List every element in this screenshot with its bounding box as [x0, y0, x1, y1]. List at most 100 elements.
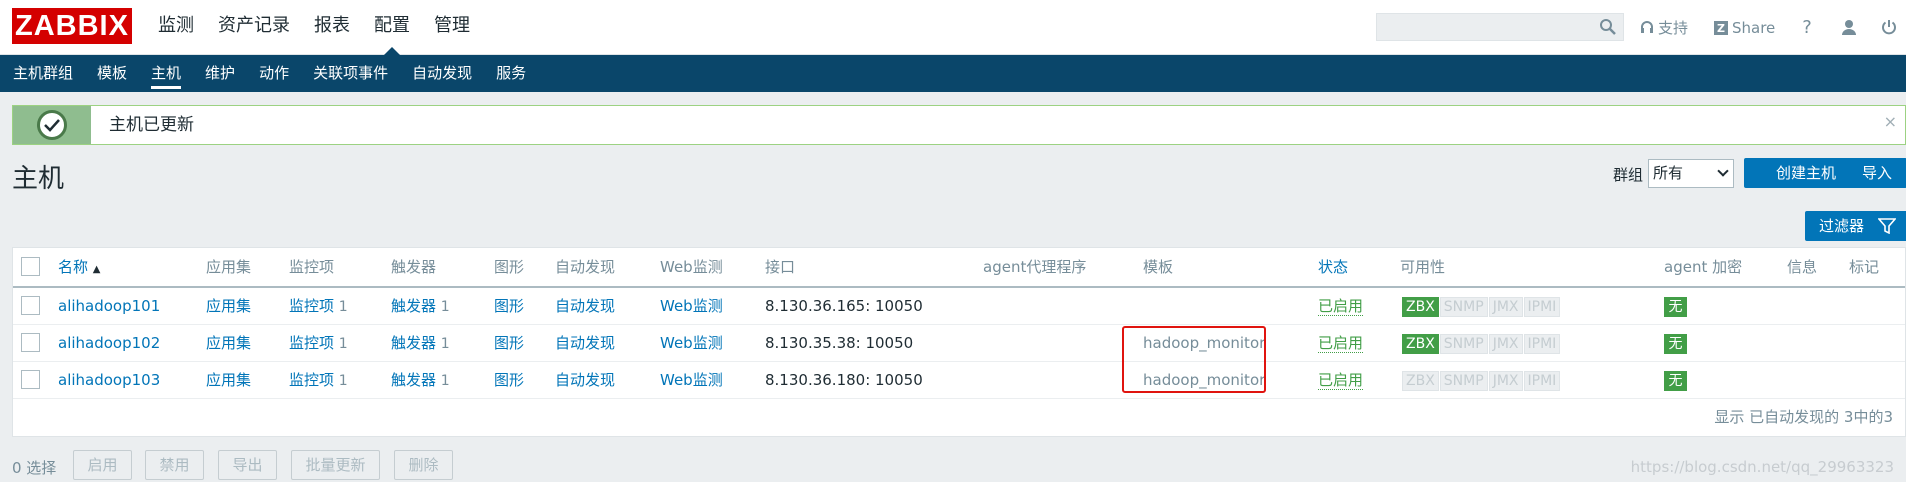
snmp-badge: SNMP	[1439, 334, 1488, 354]
triggers-link[interactable]: 触发器	[391, 334, 436, 352]
status-toggle[interactable]: 已启用	[1318, 372, 1364, 390]
selected-count: 0 选择	[12, 459, 57, 477]
svg-text:Z: Z	[1717, 22, 1725, 35]
header-graphs: 图形	[494, 258, 525, 276]
enable-button[interactable]: 启用	[73, 450, 132, 480]
availability-indicators: ZBX SNMP JMX IPMI	[1402, 334, 1561, 354]
row-checkbox[interactable]	[21, 370, 40, 389]
items-link[interactable]: 监控项	[289, 371, 334, 389]
host-name-link[interactable]: alihadoop103	[58, 362, 160, 399]
applications-link[interactable]: 应用集	[206, 362, 251, 399]
main-nav: 监测 资产记录 报表 配置 管理	[146, 0, 482, 55]
subnav-actions[interactable]: 动作	[247, 55, 301, 92]
header-triggers: 触发器	[391, 258, 437, 276]
nav-reports[interactable]: 报表	[302, 0, 362, 55]
web-link[interactable]: Web监测	[660, 362, 723, 399]
table-footer-count: 显示 已自动发现的 3中的3	[1714, 408, 1893, 426]
web-link[interactable]: Web监测	[660, 288, 723, 325]
share-logo-icon: Z	[1714, 20, 1728, 35]
zbx-badge: ZBX	[1402, 334, 1439, 354]
check-icon	[37, 110, 67, 140]
items-count: 1	[338, 373, 348, 389]
filter-icon	[1878, 218, 1896, 234]
discovery-link[interactable]: 自动发现	[555, 362, 615, 399]
nav-administration[interactable]: 管理	[422, 0, 482, 55]
zbx-badge: ZBX	[1402, 297, 1439, 317]
top-bar: ZABBIX 监测 资产记录 报表 配置 管理 支持 Z Share ?	[0, 0, 1906, 55]
triggers-cell: 触发器 1	[391, 325, 450, 362]
snmp-badge: SNMP	[1439, 371, 1488, 391]
subnav-services[interactable]: 服务	[484, 55, 538, 92]
interface-cell: 8.130.36.180: 10050	[765, 371, 923, 389]
mass-update-button[interactable]: 批量更新	[291, 450, 380, 480]
header-discovery: 自动发现	[555, 258, 616, 276]
discovery-link[interactable]: 自动发现	[555, 288, 615, 325]
subnav-correlation[interactable]: 关联项事件	[301, 55, 400, 92]
items-count: 1	[338, 336, 348, 352]
web-link[interactable]: Web监测	[660, 325, 723, 362]
subnav-templates[interactable]: 模板	[85, 55, 139, 92]
subnav-discovery[interactable]: 自动发现	[400, 55, 484, 92]
jmx-badge: JMX	[1488, 297, 1523, 317]
share-label: Share	[1732, 18, 1776, 37]
header-applications: 应用集	[206, 258, 252, 276]
message-icon-area	[13, 106, 91, 144]
items-cell: 监控项 1	[289, 325, 348, 362]
headset-icon	[1641, 20, 1653, 33]
nav-inventory[interactable]: 资产记录	[206, 0, 302, 55]
delete-button[interactable]: 删除	[394, 450, 453, 480]
filter-button[interactable]: 过滤器	[1805, 211, 1906, 241]
hosts-table: 名称 ▲ 应用集 监控项 触发器 图形 自动发现 Web监测 接口 agent代…	[12, 247, 1906, 437]
search-icon[interactable]	[1599, 18, 1617, 36]
user-profile-icon[interactable]	[1836, 14, 1862, 40]
ipmi-badge: IPMI	[1523, 371, 1561, 391]
header-status[interactable]: 状态	[1318, 248, 1348, 286]
row-checkbox[interactable]	[21, 296, 40, 315]
items-link[interactable]: 监控项	[289, 334, 334, 352]
graphs-link[interactable]: 图形	[494, 325, 524, 362]
message-text: 主机已更新	[109, 115, 194, 135]
header-encryption: agent 加密	[1664, 258, 1743, 276]
graphs-link[interactable]: 图形	[494, 362, 524, 399]
support-label: 支持	[1658, 19, 1689, 37]
subnav-host-groups[interactable]: 主机群组	[1, 55, 85, 92]
items-cell: 监控项 1	[289, 362, 348, 399]
nav-monitoring[interactable]: 监测	[146, 0, 206, 55]
subnav-maintenance[interactable]: 维护	[193, 55, 247, 92]
help-icon[interactable]: ?	[1794, 14, 1820, 40]
import-button[interactable]: 导入	[1847, 158, 1906, 188]
triggers-link[interactable]: 触发器	[391, 371, 436, 389]
items-link[interactable]: 监控项	[289, 297, 334, 315]
discovery-link[interactable]: 自动发现	[555, 325, 615, 362]
triggers-link[interactable]: 触发器	[391, 297, 436, 315]
header-availability: 可用性	[1400, 258, 1446, 276]
table-row: alihadoop101 应用集 监控项 1 触发器 1 图形 自动发现 Web…	[13, 288, 1905, 325]
nav-configuration[interactable]: 配置	[362, 0, 422, 55]
header-interface: 接口	[765, 258, 796, 276]
close-icon[interactable]: ×	[1884, 112, 1897, 131]
row-checkbox[interactable]	[21, 333, 40, 352]
group-select[interactable]: 所有	[1648, 159, 1734, 188]
host-name-link[interactable]: alihadoop101	[58, 288, 160, 325]
sign-out-icon[interactable]	[1876, 14, 1902, 40]
template-highlight-box	[1122, 326, 1266, 393]
applications-link[interactable]: 应用集	[206, 325, 251, 362]
graphs-link[interactable]: 图形	[494, 288, 524, 325]
subnav-hosts[interactable]: 主机	[139, 55, 193, 92]
select-all-checkbox[interactable]	[21, 257, 40, 276]
status-toggle[interactable]: 已启用	[1318, 298, 1364, 316]
watermark-text: https://blog.csdn.net/qq_29963323	[1630, 458, 1894, 476]
host-name-link[interactable]: alihadoop102	[58, 325, 160, 362]
status-toggle[interactable]: 已启用	[1318, 335, 1364, 353]
support-link[interactable]: 支持	[1640, 0, 1688, 55]
header-name[interactable]: 名称 ▲	[58, 248, 101, 286]
zabbix-logo[interactable]: ZABBIX	[12, 8, 132, 44]
search-input[interactable]	[1376, 13, 1624, 41]
chevron-down-icon	[1717, 165, 1729, 177]
encryption-badge: 无	[1664, 334, 1687, 354]
export-button[interactable]: 导出	[218, 450, 277, 480]
applications-link[interactable]: 应用集	[206, 288, 251, 325]
share-link[interactable]: Z Share	[1714, 0, 1775, 55]
disable-button[interactable]: 禁用	[145, 450, 204, 480]
header-info: 信息	[1787, 258, 1818, 276]
